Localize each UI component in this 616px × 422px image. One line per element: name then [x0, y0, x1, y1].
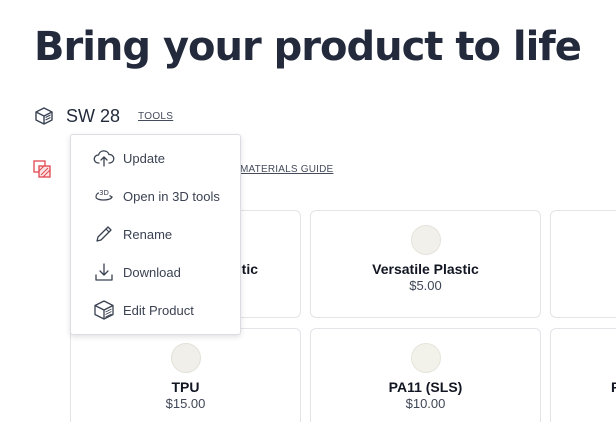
material-price: $15.00 [165, 396, 206, 411]
material-price: $10.00 [405, 396, 446, 411]
menu-item-label: Download [123, 264, 181, 280]
page: Bring your product to life SW 28 TOOLS M… [0, 0, 616, 422]
material-card[interactable] [550, 210, 616, 318]
material-card[interactable]: F [550, 328, 616, 422]
materials-guide-link[interactable]: MATERIALS GUIDE [240, 164, 333, 175]
material-name: TPU [171, 379, 200, 395]
menu-item-open-3d-tools[interactable]: 3D Open in 3D tools [71, 177, 240, 215]
product-header: SW 28 TOOLS [34, 104, 173, 128]
menu-item-edit-product[interactable]: Edit Product [71, 291, 240, 329]
product-name: SW 28 [66, 105, 121, 126]
cube-icon [94, 300, 114, 320]
material-row [32, 158, 52, 180]
download-icon [95, 263, 113, 281]
material-swatch-icon [33, 160, 51, 178]
menu-item-label: Edit Product [123, 302, 194, 318]
material-swatch [170, 343, 201, 373]
menu-item-download[interactable]: Download [71, 253, 240, 291]
material-swatch [410, 225, 441, 255]
menu-item-label: Open in 3D tools [123, 188, 220, 204]
material-card[interactable]: PA11 (SLS) $10.00 [310, 328, 541, 422]
material-name: PA11 (SLS) [388, 379, 463, 395]
material-price: $5.00 [409, 278, 442, 293]
menu-item-label: Rename [123, 226, 173, 242]
product-tools-menu: Update 3D Open in 3D tools Rename Downlo… [70, 134, 241, 335]
cube-icon [35, 107, 53, 125]
pencil-icon [96, 226, 112, 242]
3d-rotate-icon: 3D [95, 189, 113, 201]
menu-item-rename[interactable]: Rename [71, 215, 240, 253]
menu-item-label: Update [123, 150, 165, 166]
cloud-upload-icon [93, 150, 115, 167]
menu-item-update[interactable]: Update [71, 139, 240, 177]
svg-text:3D: 3D [99, 189, 109, 197]
material-card[interactable]: Versatile Plastic $5.00 [310, 210, 541, 318]
page-title: Bring your product to life [34, 24, 582, 70]
material-swatch [410, 343, 441, 373]
material-name: Versatile Plastic [372, 261, 479, 277]
material-card[interactable]: TPU $15.00 [70, 328, 301, 422]
tools-link[interactable]: TOOLS [138, 111, 173, 122]
material-name: F [611, 379, 616, 395]
